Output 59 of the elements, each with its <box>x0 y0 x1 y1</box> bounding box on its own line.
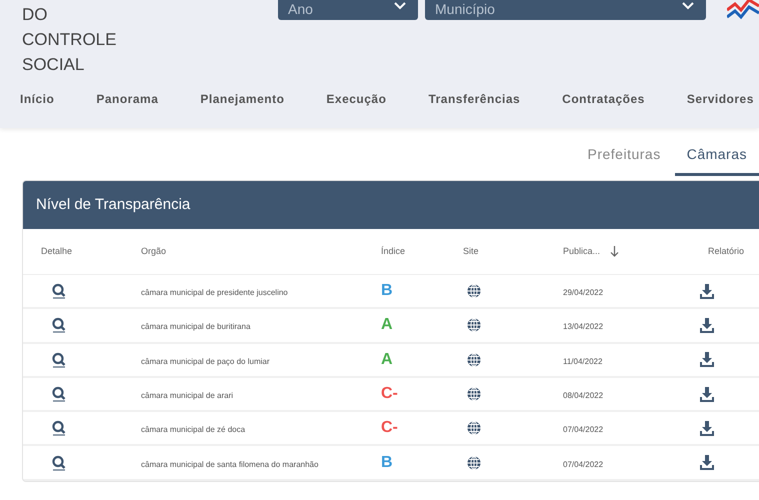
tab[interactable]: Câmaras <box>674 144 759 176</box>
download-icon[interactable] <box>700 284 714 299</box>
grade-label: A <box>381 316 393 334</box>
globe-icon[interactable] <box>467 421 481 436</box>
grade-label: B <box>381 282 393 300</box>
search-icon[interactable] <box>51 352 67 368</box>
table-cell: 11/04/2022 <box>563 356 602 366</box>
nav-link[interactable]: Planejamento <box>200 90 284 108</box>
nav-link[interactable]: Transferências <box>428 90 520 108</box>
grade-label: C- <box>381 385 398 402</box>
column-header: Publica... <box>563 244 600 258</box>
globe-icon[interactable] <box>467 352 481 367</box>
column-header: Índice <box>381 244 406 258</box>
chevron-down-icon <box>682 2 694 10</box>
nav-link[interactable]: Contratações <box>562 90 645 108</box>
table-cell: câmara municipal de paço do lumiar <box>141 356 270 366</box>
grade-label: C- <box>381 419 398 436</box>
table-cell: câmara municipal de buritirana <box>141 322 250 332</box>
table-cell: câmara municipal de zé doca <box>141 425 246 434</box>
grade-label: A <box>381 350 393 368</box>
download-icon[interactable] <box>700 455 714 470</box>
column-header: Detalhe <box>41 244 72 258</box>
table-cell: câmara municipal de arari <box>141 391 234 400</box>
card-title: Nível de Transparência <box>36 194 190 215</box>
globe-icon[interactable] <box>467 387 481 402</box>
nav-link[interactable]: Servidores <box>686 90 754 108</box>
table-cell: 29/04/2022 <box>563 288 604 298</box>
column-header: Orgão <box>141 244 166 258</box>
table-cell: 07/04/2022 <box>563 425 604 434</box>
search-icon[interactable] <box>51 317 67 334</box>
nav-link[interactable]: Execução <box>326 90 386 108</box>
table-cell: câmara municipal de presidente juscelino <box>141 288 288 298</box>
download-icon[interactable] <box>700 386 714 402</box>
globe-icon[interactable] <box>467 284 481 298</box>
chevron-down-icon <box>394 2 406 10</box>
nav-link[interactable]: Panorama <box>96 90 158 108</box>
search-icon[interactable] <box>51 454 67 471</box>
logo-icon <box>727 0 759 20</box>
sort-arrow-icon[interactable] <box>610 246 620 257</box>
select-field[interactable]: Ano <box>278 0 418 20</box>
table-cell: 08/04/2022 <box>563 391 604 400</box>
grade-label: B <box>381 454 393 471</box>
column-header: Site <box>463 244 479 258</box>
column-header: Relatório <box>708 244 744 258</box>
download-icon[interactable] <box>700 420 714 436</box>
search-icon[interactable] <box>51 386 67 402</box>
tab[interactable]: Prefeituras <box>576 144 673 176</box>
search-icon[interactable] <box>51 283 67 300</box>
nav-link[interactable]: Início <box>20 90 54 108</box>
download-icon[interactable] <box>700 318 714 333</box>
table-cell: 13/04/2022 <box>563 322 604 332</box>
download-icon[interactable] <box>700 352 714 368</box>
globe-icon[interactable] <box>467 456 481 470</box>
select-field[interactable]: Município <box>425 0 706 20</box>
table-cell: 07/04/2022 <box>563 460 604 469</box>
table-cell: câmara municipal de santa filomena do maranhão <box>141 460 318 469</box>
logo-text: DO CONTROLE SOCIAL <box>22 4 118 76</box>
globe-icon[interactable] <box>467 318 481 332</box>
search-icon[interactable] <box>51 420 67 436</box>
